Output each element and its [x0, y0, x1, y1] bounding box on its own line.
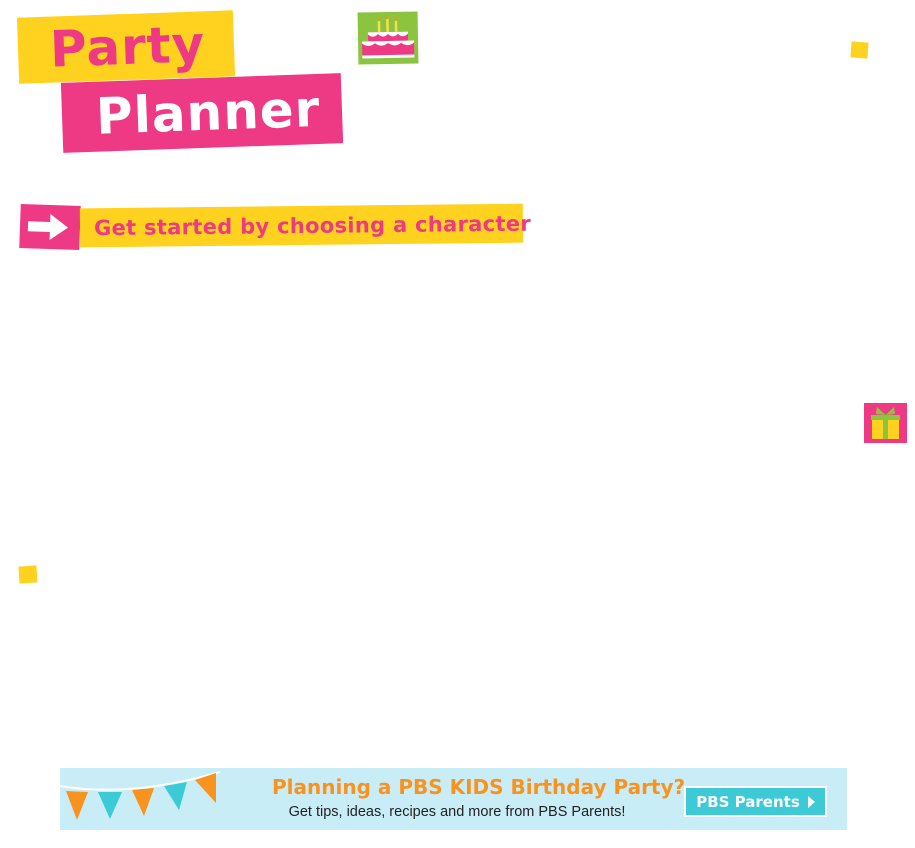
title-planner-text: Planner — [95, 79, 322, 146]
pbs-parents-button[interactable]: PBS Parents — [684, 786, 827, 817]
pbs-parents-button-label: PBS Parents — [696, 792, 800, 811]
bunting-decoration — [60, 771, 221, 820]
banner-heading: Planning a PBS KIDS Birthday Party? — [272, 775, 686, 799]
party-planner-page: Party Planner Get started by choosing a … — [0, 0, 915, 848]
arrow-right-icon — [19, 203, 81, 251]
title-party-block: Party — [16, 10, 236, 84]
get-started-text: Get started by choosing a character — [93, 211, 532, 240]
pbs-parents-banner[interactable]: Planning a PBS KIDS Birthday Party? Get … — [60, 768, 847, 830]
birthday-cake-icon — [357, 11, 419, 65]
caret-right-icon — [807, 795, 815, 808]
get-started-prompt: Get started by choosing a character — [79, 203, 531, 248]
confetti-square — [18, 565, 38, 584]
gift-icon — [864, 403, 907, 443]
banner-subtext: Get tips, ideas, recipes and more from P… — [288, 804, 626, 820]
confetti-square — [850, 41, 869, 59]
title-party-text: Party — [49, 15, 207, 79]
title-planner-block: Planner — [60, 73, 344, 153]
